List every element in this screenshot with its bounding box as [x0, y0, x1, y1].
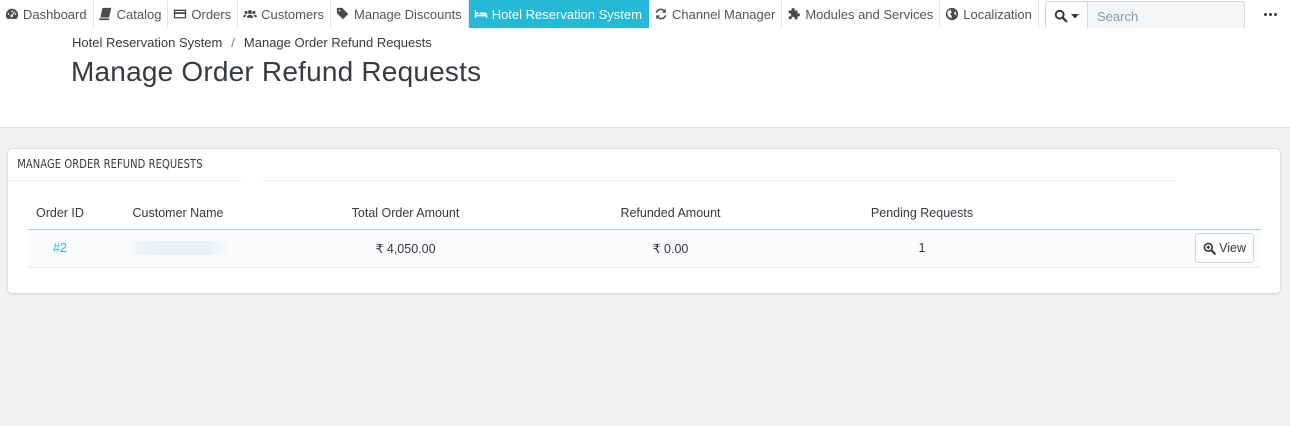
nav-item-channel-manager[interactable]: Channel Manager [649, 0, 783, 28]
page-header: Hotel Reservation System / Manage Order … [0, 28, 1290, 128]
pending-requests-cell: 1 [793, 229, 1051, 268]
breadcrumb: Hotel Reservation System / Manage Order … [72, 35, 432, 50]
table-header-row: Order ID Customer Name Total Order Amoun… [28, 198, 1261, 230]
header-divider-gap [243, 179, 261, 182]
view-button-label: View [1219, 241, 1246, 255]
nav-item-dashboard[interactable]: Dashboard [0, 0, 94, 28]
book-icon [98, 7, 111, 21]
main-menu: Dashboard Catalog Orders Customers Manag… [0, 0, 1039, 28]
puzzle-icon [789, 8, 801, 20]
table-row: #2 ₹ 4,050.00 ₹ 0.00 1 View [28, 229, 1261, 268]
nav-label: Manage Discounts [354, 6, 462, 22]
nav-label: Dashboard [23, 6, 87, 22]
nav-label: Modules and Services [805, 6, 934, 22]
credit-card-icon [174, 9, 187, 19]
bed-icon [474, 10, 487, 18]
nav-item-hotel-reservation-system[interactable]: Hotel Reservation System [468, 0, 649, 28]
dot [1273, 12, 1277, 16]
nav-item-manage-discounts[interactable]: Manage Discounts [331, 0, 469, 28]
nav-label: Localization [963, 6, 1032, 22]
search-type-button[interactable] [1045, 1, 1087, 31]
top-navigation: Dashboard Catalog Orders Customers Manag… [0, 0, 1290, 31]
refresh-icon [655, 8, 667, 20]
search-icon [1054, 9, 1068, 23]
nav-label: Orders [191, 6, 232, 22]
nav-item-localization[interactable]: Localization [940, 0, 1039, 28]
caret-down-icon [1071, 14, 1079, 19]
column-header-total-order-amount: Total Order Amount [263, 198, 548, 230]
nav-label: Catalog [116, 6, 162, 22]
breadcrumb-separator: / [231, 35, 235, 50]
column-header-customer-name: Customer Name [93, 198, 263, 230]
nav-label: Hotel Reservation System [491, 6, 642, 22]
dot [1268, 12, 1272, 16]
refunded-amount-cell: ₹ 0.00 [548, 229, 793, 268]
nav-item-catalog[interactable]: Catalog [94, 0, 169, 28]
actions-cell: View [1051, 229, 1261, 268]
search-bar [1045, 1, 1245, 31]
refund-requests-table: Order ID Customer Name Total Order Amoun… [28, 198, 1261, 268]
customer-name-redacted [128, 241, 228, 256]
order-id-cell: #2 [28, 229, 93, 268]
column-header-order-id: Order ID [28, 198, 93, 230]
tags-icon [336, 7, 349, 20]
nav-item-modules-and-services[interactable]: Modules and Services [782, 0, 941, 28]
total-order-amount-cell: ₹ 4,050.00 [263, 229, 548, 268]
search-input[interactable] [1087, 1, 1245, 31]
view-button[interactable]: View [1195, 233, 1254, 263]
nav-label: Customers [261, 6, 325, 22]
zoom-in-icon [1203, 242, 1216, 255]
page-title: Manage Order Refund Requests [71, 56, 482, 87]
column-header-actions [1051, 198, 1261, 230]
refund-requests-panel: Manage Order Refund Requests Order ID Cu… [7, 148, 1281, 294]
nav-label: Channel Manager [671, 6, 776, 22]
dot [1263, 12, 1267, 16]
panel-heading: Manage Order Refund Requests [8, 149, 1179, 181]
dashboard-icon [5, 8, 19, 19]
globe-icon [946, 7, 959, 21]
customer-name-cell [93, 229, 263, 268]
breadcrumb-current: Manage Order Refund Requests [243, 35, 432, 50]
nav-item-customers[interactable]: Customers [238, 0, 332, 28]
column-header-refunded-amount: Refunded Amount [548, 198, 793, 230]
breadcrumb-parent[interactable]: Hotel Reservation System [72, 35, 222, 50]
nav-item-orders[interactable]: Orders [168, 0, 239, 28]
order-id-link[interactable]: #2 [53, 241, 67, 255]
column-header-pending-requests: Pending Requests [793, 198, 1051, 230]
users-icon [243, 10, 258, 18]
more-options-button[interactable] [1262, 8, 1278, 20]
